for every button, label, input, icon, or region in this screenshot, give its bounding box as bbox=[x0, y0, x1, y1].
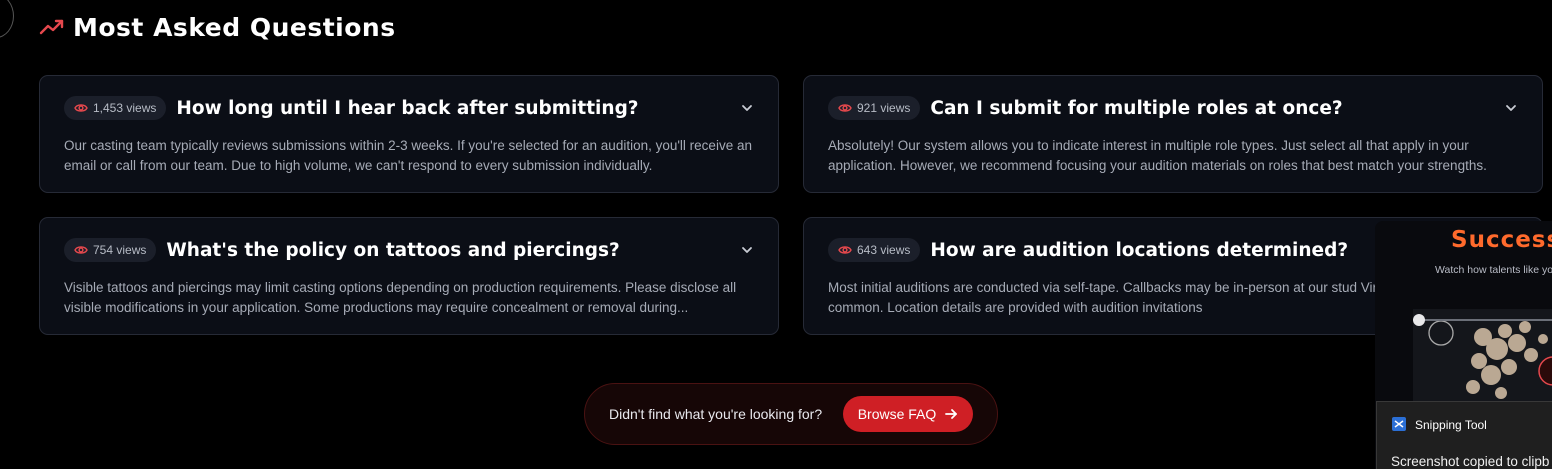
success-subtitle: Watch how talents like you bbox=[1435, 264, 1552, 276]
eye-icon bbox=[74, 104, 88, 112]
faq-answer: Absolutely! Our system allows you to ind… bbox=[828, 138, 1487, 173]
cta-text: Didn't find what you're looking for? bbox=[609, 406, 823, 422]
video-progress-knob[interactable] bbox=[1413, 314, 1425, 326]
video-progress-track[interactable] bbox=[1419, 319, 1552, 321]
views-badge: 754 views bbox=[64, 238, 157, 262]
faq-question: How are audition locations determined? bbox=[930, 239, 1349, 261]
faq-cta-banner: Didn't find what you're looking for? Bro… bbox=[584, 383, 998, 445]
chevron-down-icon[interactable] bbox=[740, 243, 754, 257]
views-badge: 921 views bbox=[828, 96, 921, 120]
views-badge: 643 views bbox=[828, 238, 921, 262]
chevron-down-icon[interactable] bbox=[740, 101, 754, 115]
chevron-down-icon[interactable] bbox=[1504, 101, 1518, 115]
toast-app-name: Snipping Tool bbox=[1415, 418, 1487, 432]
faq-card-header[interactable]: 1,453 views How long until I hear back a… bbox=[64, 95, 754, 121]
faq-card-header[interactable]: 921 views Can I submit for multiple role… bbox=[828, 95, 1518, 121]
faq-card-header[interactable]: 754 views What's the policy on tattoos a… bbox=[64, 237, 754, 263]
eye-icon bbox=[74, 246, 88, 254]
views-count: 921 views bbox=[857, 101, 911, 115]
views-count: 1,453 views bbox=[93, 101, 157, 115]
success-title: Success bbox=[1451, 227, 1552, 253]
eye-icon bbox=[838, 246, 852, 254]
browse-faq-label: Browse FAQ bbox=[857, 406, 937, 422]
faq-question: What's the policy on tattoos and piercin… bbox=[166, 239, 620, 261]
trending-up-icon bbox=[39, 19, 64, 35]
snipping-tool-notification[interactable]: Snipping Tool Screenshot copied to clipb bbox=[1376, 401, 1552, 469]
toast-message: Screenshot copied to clipb bbox=[1391, 454, 1550, 469]
faq-card[interactable]: 1,453 views How long until I hear back a… bbox=[39, 75, 779, 193]
arrow-right-icon bbox=[945, 409, 958, 419]
snipping-tool-icon bbox=[1392, 417, 1406, 431]
faq-card[interactable]: 921 views Can I submit for multiple role… bbox=[803, 75, 1543, 193]
views-badge: 1,453 views bbox=[64, 96, 167, 120]
section-header: Most Asked Questions bbox=[39, 10, 396, 44]
partial-circle-button[interactable] bbox=[0, 0, 14, 38]
faq-question: How long until I hear back after submitt… bbox=[176, 97, 639, 119]
section-title: Most Asked Questions bbox=[73, 12, 396, 42]
eye-icon bbox=[838, 104, 852, 112]
browse-faq-button[interactable]: Browse FAQ bbox=[843, 396, 973, 432]
faq-answer: Our casting team typically reviews submi… bbox=[64, 138, 752, 173]
faq-question: Can I submit for multiple roles at once? bbox=[930, 97, 1343, 119]
faq-answer: Visible tattoos and piercings may limit … bbox=[64, 280, 737, 315]
faq-card[interactable]: 754 views What's the policy on tattoos a… bbox=[39, 217, 779, 335]
views-count: 754 views bbox=[93, 243, 147, 257]
views-count: 643 views bbox=[857, 243, 911, 257]
